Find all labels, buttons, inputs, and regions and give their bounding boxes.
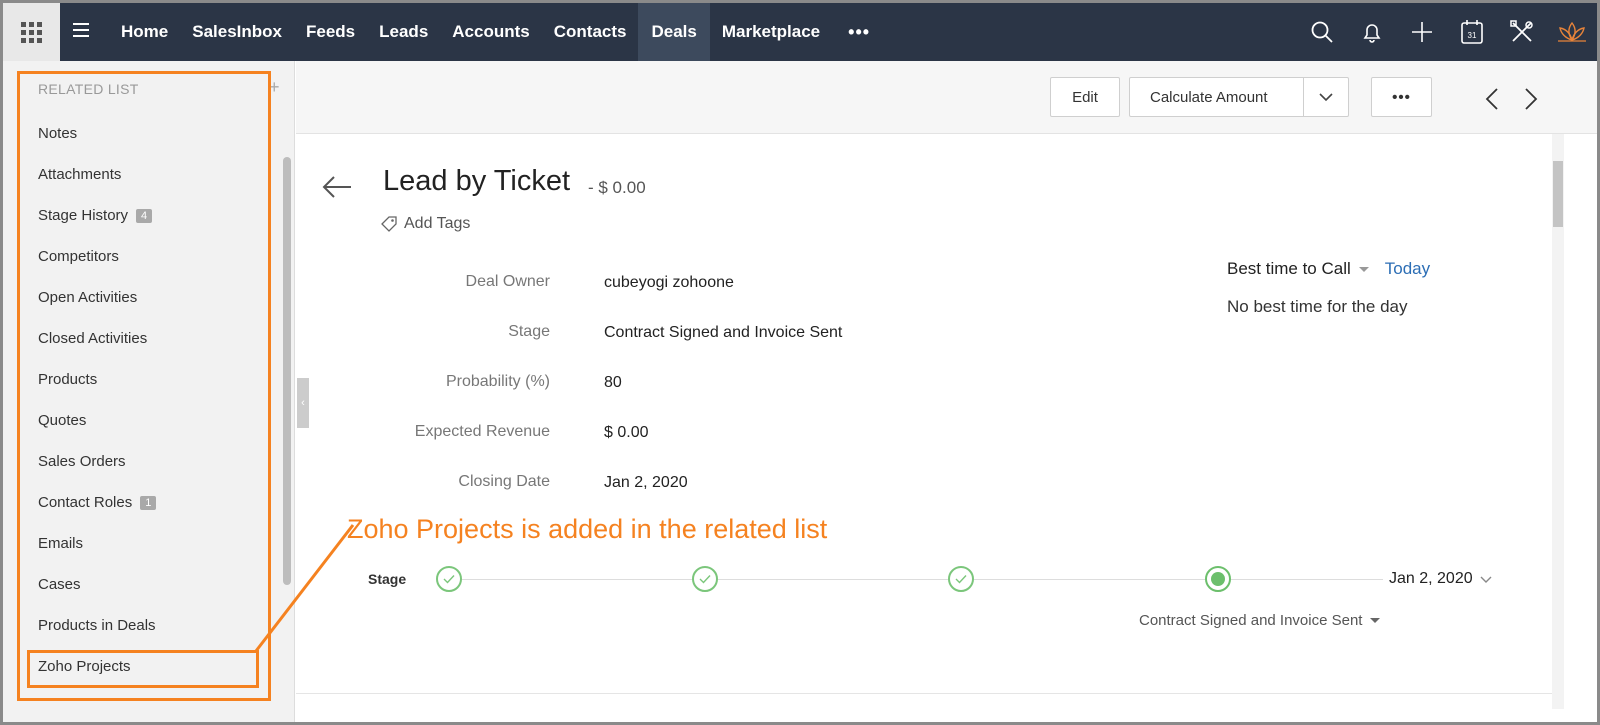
annotation-callout-line [254, 524, 355, 652]
app-window: Home SalesInbox Feeds Leads Accounts Con… [0, 0, 1600, 725]
annotation-callout-text: Zoho Projects is added in the related li… [347, 514, 828, 544]
